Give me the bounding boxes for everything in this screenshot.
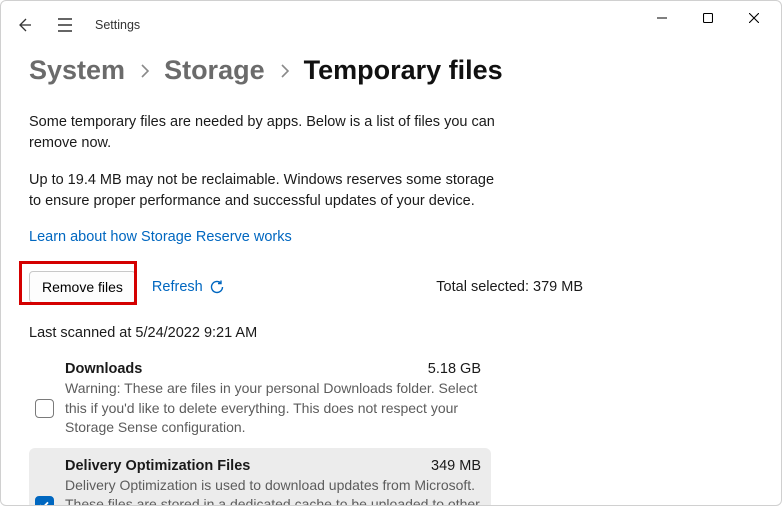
item-title: Delivery Optimization Files	[65, 458, 250, 474]
list-item[interactable]: Delivery Optimization Files 349 MB Deliv…	[29, 448, 491, 505]
page-title: Temporary files	[304, 55, 503, 86]
check-icon	[38, 499, 50, 505]
breadcrumb-storage[interactable]: Storage	[164, 55, 265, 86]
chevron-right-icon	[279, 63, 290, 79]
intro-text-2: Up to 19.4 MB may not be reclaimable. Wi…	[29, 170, 499, 212]
item-desc: Delivery Optimization is used to downloa…	[65, 476, 481, 505]
refresh-label: Refresh	[152, 279, 203, 295]
intro-text-1: Some temporary files are needed by apps.…	[29, 112, 499, 154]
list-item[interactable]: Downloads 5.18 GB Warning: These are fil…	[29, 351, 491, 448]
item-size: 349 MB	[431, 458, 481, 474]
breadcrumb-system[interactable]: System	[29, 55, 125, 86]
window-controls	[639, 3, 777, 33]
learn-more-link[interactable]: Learn about how Storage Reserve works	[29, 229, 292, 245]
refresh-button[interactable]: Refresh	[152, 279, 225, 295]
breadcrumb: System Storage Temporary files	[29, 55, 753, 86]
item-desc: Warning: These are files in your persona…	[65, 379, 481, 438]
title-bar: Settings	[1, 1, 781, 49]
item-title: Downloads	[65, 361, 142, 377]
file-list: Downloads 5.18 GB Warning: These are fil…	[29, 351, 491, 505]
actions-row: Remove files Refresh Total selected: 379…	[29, 271, 753, 303]
checkbox-downloads[interactable]	[35, 399, 54, 418]
back-button[interactable]	[9, 9, 41, 41]
last-scanned-text: Last scanned at 5/24/2022 9:21 AM	[29, 325, 753, 341]
maximize-button[interactable]	[685, 3, 731, 33]
total-selected: Total selected: 379 MB	[436, 279, 753, 295]
checkbox-delivery-optimization[interactable]	[35, 496, 54, 505]
close-button[interactable]	[731, 3, 777, 33]
item-size: 5.18 GB	[428, 361, 481, 377]
remove-files-button[interactable]: Remove files	[29, 271, 136, 303]
refresh-icon	[209, 279, 225, 295]
hamburger-icon[interactable]	[49, 9, 81, 41]
content-area: System Storage Temporary files Some temp…	[1, 49, 781, 505]
window-title: Settings	[95, 18, 140, 32]
chevron-right-icon	[139, 63, 150, 79]
minimize-button[interactable]	[639, 3, 685, 33]
